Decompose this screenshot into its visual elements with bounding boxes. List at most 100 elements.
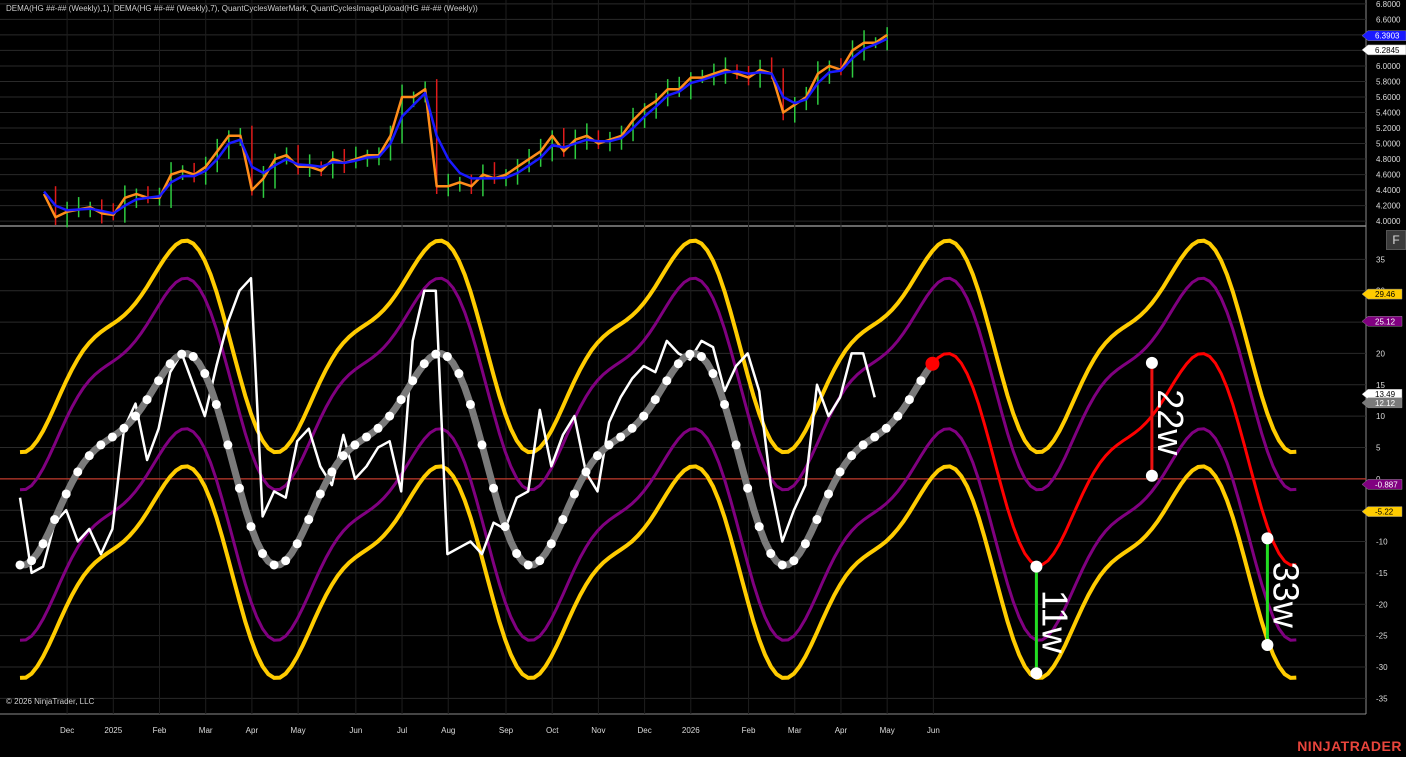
composite-bead [385, 411, 395, 421]
composite-bead [15, 560, 25, 570]
composite-bead [362, 432, 371, 442]
composite-bead [165, 359, 175, 369]
month-label: Feb [153, 726, 167, 735]
cycle-tick-label: -30 [1376, 663, 1388, 672]
cycle-marker-dot [1030, 560, 1043, 573]
cycle-value-tag: 29.46 [1361, 288, 1403, 300]
composite-bead [685, 349, 695, 359]
composite-bead [50, 515, 60, 525]
cycle-tick-label: 5 [1376, 443, 1381, 452]
composite-bead [188, 352, 198, 362]
price-tick-label: 6.0000 [1376, 62, 1401, 71]
composite-bead [720, 399, 730, 409]
price-tick-label: 4.0000 [1376, 217, 1401, 226]
composite-bead [211, 399, 221, 409]
composite-bead [84, 451, 94, 461]
cycle-value-tag: -0.887 [1361, 479, 1403, 490]
composite-bead [650, 395, 660, 405]
month-label: Apr [246, 726, 259, 735]
composite-bead [546, 539, 556, 549]
cycle-tick-label: -15 [1376, 569, 1388, 578]
price-tag-label: 6.3903 [1375, 32, 1400, 41]
composite-bead [465, 399, 475, 409]
price-tick-label: 6.8000 [1376, 0, 1401, 9]
month-label: Dec [637, 726, 651, 735]
composite-bead [569, 489, 579, 499]
composite-bead [766, 549, 776, 559]
composite-bead [27, 556, 37, 566]
cycle-marker-dot [1261, 532, 1274, 545]
composite-bead [904, 395, 914, 405]
composite-bead [200, 369, 210, 379]
composite-bead [96, 440, 106, 450]
composite-bead [627, 423, 637, 433]
composite-bead [431, 349, 441, 359]
indicator-header: DEMA(HG ##-## (Weekly),1), DEMA(HG ##-##… [6, 4, 478, 13]
composite-bead [777, 560, 787, 570]
composite-bead [523, 560, 533, 570]
cycle-value-tag: -5.22 [1361, 506, 1403, 517]
composite-bead [870, 432, 880, 442]
month-label: Feb [742, 726, 756, 735]
composite-bead [916, 376, 926, 386]
cycle-tag-label: -0.887 [1375, 480, 1398, 489]
composite-bead [350, 440, 360, 450]
composite-bead [223, 440, 233, 450]
cycle-marker-label: 33w [1265, 562, 1306, 629]
composite-bead [419, 359, 429, 369]
price-value-tag: 6.2845 [1361, 44, 1406, 56]
composite-bead [858, 440, 868, 450]
month-label: May [291, 726, 306, 735]
composite-bead [408, 376, 418, 386]
brand-logo: NINJATRADER [1297, 738, 1402, 754]
composite-bead [142, 395, 152, 405]
composite-bead [881, 423, 891, 433]
projection-line [931, 352, 1297, 567]
lower-purple-band [19, 427, 1297, 642]
composite-bead [73, 467, 83, 477]
month-label: Jun [927, 726, 940, 735]
lower-gold-band [19, 464, 1297, 680]
composite-bead [743, 483, 753, 493]
price-value-tag: 6.3903 [1361, 30, 1406, 41]
cycle-marker-dot [1261, 639, 1274, 652]
composite-bead [824, 489, 833, 499]
composite-bead [812, 515, 822, 525]
composite-bead [177, 349, 187, 359]
composite-bead [673, 359, 683, 369]
month-label: Oct [546, 726, 559, 735]
composite-bead [639, 411, 649, 421]
composite-bead [246, 522, 256, 532]
composite-bead [107, 432, 117, 442]
cycle-tick-label: -10 [1376, 538, 1388, 547]
month-label: Jun [349, 726, 362, 735]
composite-bead [731, 440, 741, 450]
cycle-marker-label: 11w [1034, 590, 1075, 654]
month-label: Apr [835, 726, 848, 735]
composite-bead [616, 432, 626, 442]
price-tick-label: 4.4000 [1376, 186, 1401, 195]
price-tick-label: 5.2000 [1376, 124, 1401, 133]
price-tick-label: 4.2000 [1376, 202, 1401, 211]
cycle-marker: 22w [1145, 356, 1191, 482]
cycle-marker-dot [1145, 356, 1158, 369]
composite-bead [304, 515, 314, 525]
chart-canvas: 4.0000 4.2000 4.4000 4.6000 4.8000 5.0000 5.20… [0, 0, 1406, 735]
cycle-marker-label: 22w [1150, 389, 1191, 456]
composite-bead [477, 440, 487, 450]
composite-bead [234, 483, 244, 493]
upper-gold-band [19, 238, 1297, 455]
f-button[interactable]: F [1386, 230, 1406, 250]
composite-bead [581, 467, 591, 477]
copyright-text: © 2026 NinjaTrader, LLC [6, 697, 95, 706]
month-label: Aug [441, 726, 455, 735]
price-tick-label: 4.6000 [1376, 171, 1401, 180]
composite-bead [593, 451, 602, 461]
price-tag-label: 6.2845 [1375, 46, 1400, 55]
composite-bead [696, 352, 706, 362]
composite-bead [500, 522, 510, 532]
composite-bead [154, 376, 164, 386]
cycle-marker-dot [1145, 469, 1158, 482]
month-label: Mar [788, 726, 802, 735]
cycle-value-tag: 25.12 [1361, 316, 1403, 327]
